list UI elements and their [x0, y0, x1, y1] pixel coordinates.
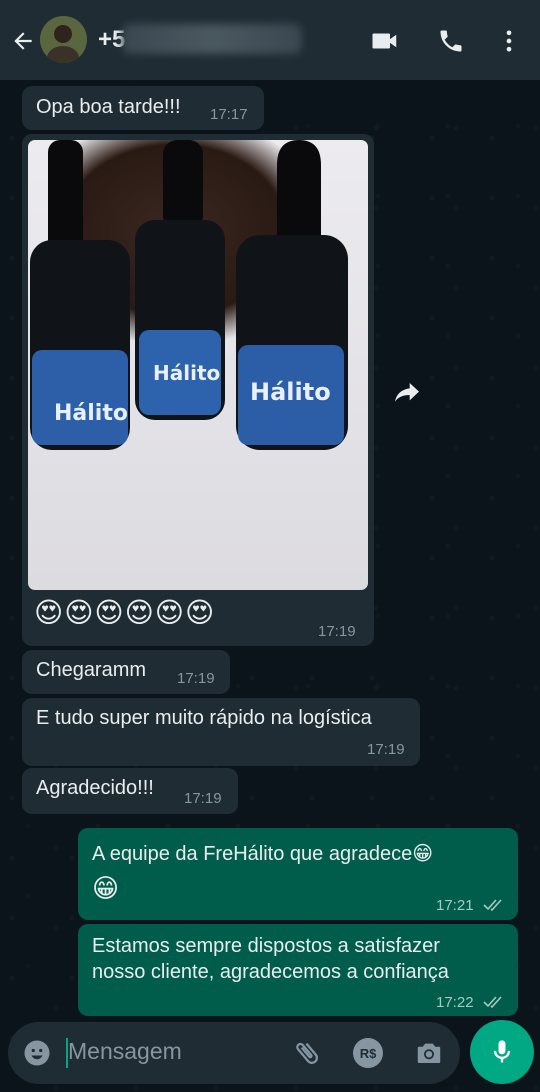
double-check-icon — [483, 993, 505, 1016]
camera-icon[interactable] — [414, 1038, 444, 1073]
real-currency-icon[interactable]: R$ — [353, 1038, 383, 1068]
message-text: Chegaramm — [36, 659, 147, 681]
bottle-label: Hálito — [54, 401, 128, 426]
bottle-middle: Hálito — [135, 140, 225, 420]
phone-icon[interactable] — [436, 26, 466, 56]
microphone-icon[interactable] — [470, 1020, 534, 1084]
message-text: E tudo super muito rápido na logística — [36, 707, 372, 729]
message-text-line1: Estamos sempre dispostos a satisfazer — [92, 935, 440, 957]
message-text-line2: 😁 — [92, 873, 120, 903]
bottle-label: Hálito — [153, 361, 220, 385]
message-time: 17:19 — [177, 670, 215, 687]
video-camera-icon[interactable] — [370, 26, 400, 56]
message-bubble-incoming[interactable]: Chegaramm 17:19 — [22, 650, 230, 694]
message-composer: Mensagem R$ — [8, 1022, 460, 1084]
message-bubble-incoming[interactable]: Opa boa tarde!!! 17:17 — [22, 86, 264, 130]
bottle-right: Hálito — [236, 140, 348, 450]
double-check-icon — [483, 896, 505, 919]
message-bubble-incoming[interactable]: E tudo super muito rápido na logística 1… — [22, 698, 420, 766]
bottle-left: Hálito — [30, 140, 130, 450]
avatar[interactable] — [40, 16, 87, 63]
message-time: 17:17 — [210, 106, 248, 123]
message-time: 17:22 — [436, 994, 474, 1011]
bottle-label: Hálito — [250, 378, 331, 406]
message-text: Opa boa tarde!!! — [36, 96, 181, 118]
redacted-phone-number — [122, 24, 302, 54]
more-vert-icon[interactable] — [494, 26, 524, 56]
paperclip-icon[interactable] — [292, 1038, 322, 1073]
payment-label: R$ — [359, 1045, 377, 1061]
message-time: 17:19 — [184, 790, 222, 807]
message-time: 17:19 — [367, 741, 405, 758]
emoji-icon[interactable] — [22, 1038, 52, 1073]
message-time: 17:21 — [436, 897, 474, 914]
message-bubble-outgoing[interactable]: A equipe da FreHálito que agradece😁 😁 17… — [78, 828, 518, 920]
product-photo[interactable]: Hálito Hálito Hálito — [28, 140, 368, 590]
message-time: 17:19 — [318, 623, 356, 640]
message-bubble-incoming[interactable]: Agradecido!!! 17:19 — [22, 768, 238, 814]
image-message-bubble[interactable]: Hálito Hálito Hálito 😍😍😍😍😍😍 17:19 — [22, 134, 374, 646]
arrow-left-icon[interactable] — [8, 26, 38, 56]
message-bubble-outgoing[interactable]: Estamos sempre dispostos a satisfazer no… — [78, 924, 518, 1016]
message-text: Agradecido!!! — [36, 777, 154, 799]
message-text-line2: nosso cliente, agradecemos a confiança — [92, 961, 449, 983]
message-text-line1: A equipe da FreHálito que agradece😁 — [92, 843, 434, 865]
message-caption: 😍😍😍😍😍😍 — [34, 597, 216, 628]
message-input[interactable]: Mensagem — [68, 1038, 182, 1065]
forward-icon[interactable] — [388, 372, 426, 410]
chat-header: +5 — [0, 0, 540, 80]
